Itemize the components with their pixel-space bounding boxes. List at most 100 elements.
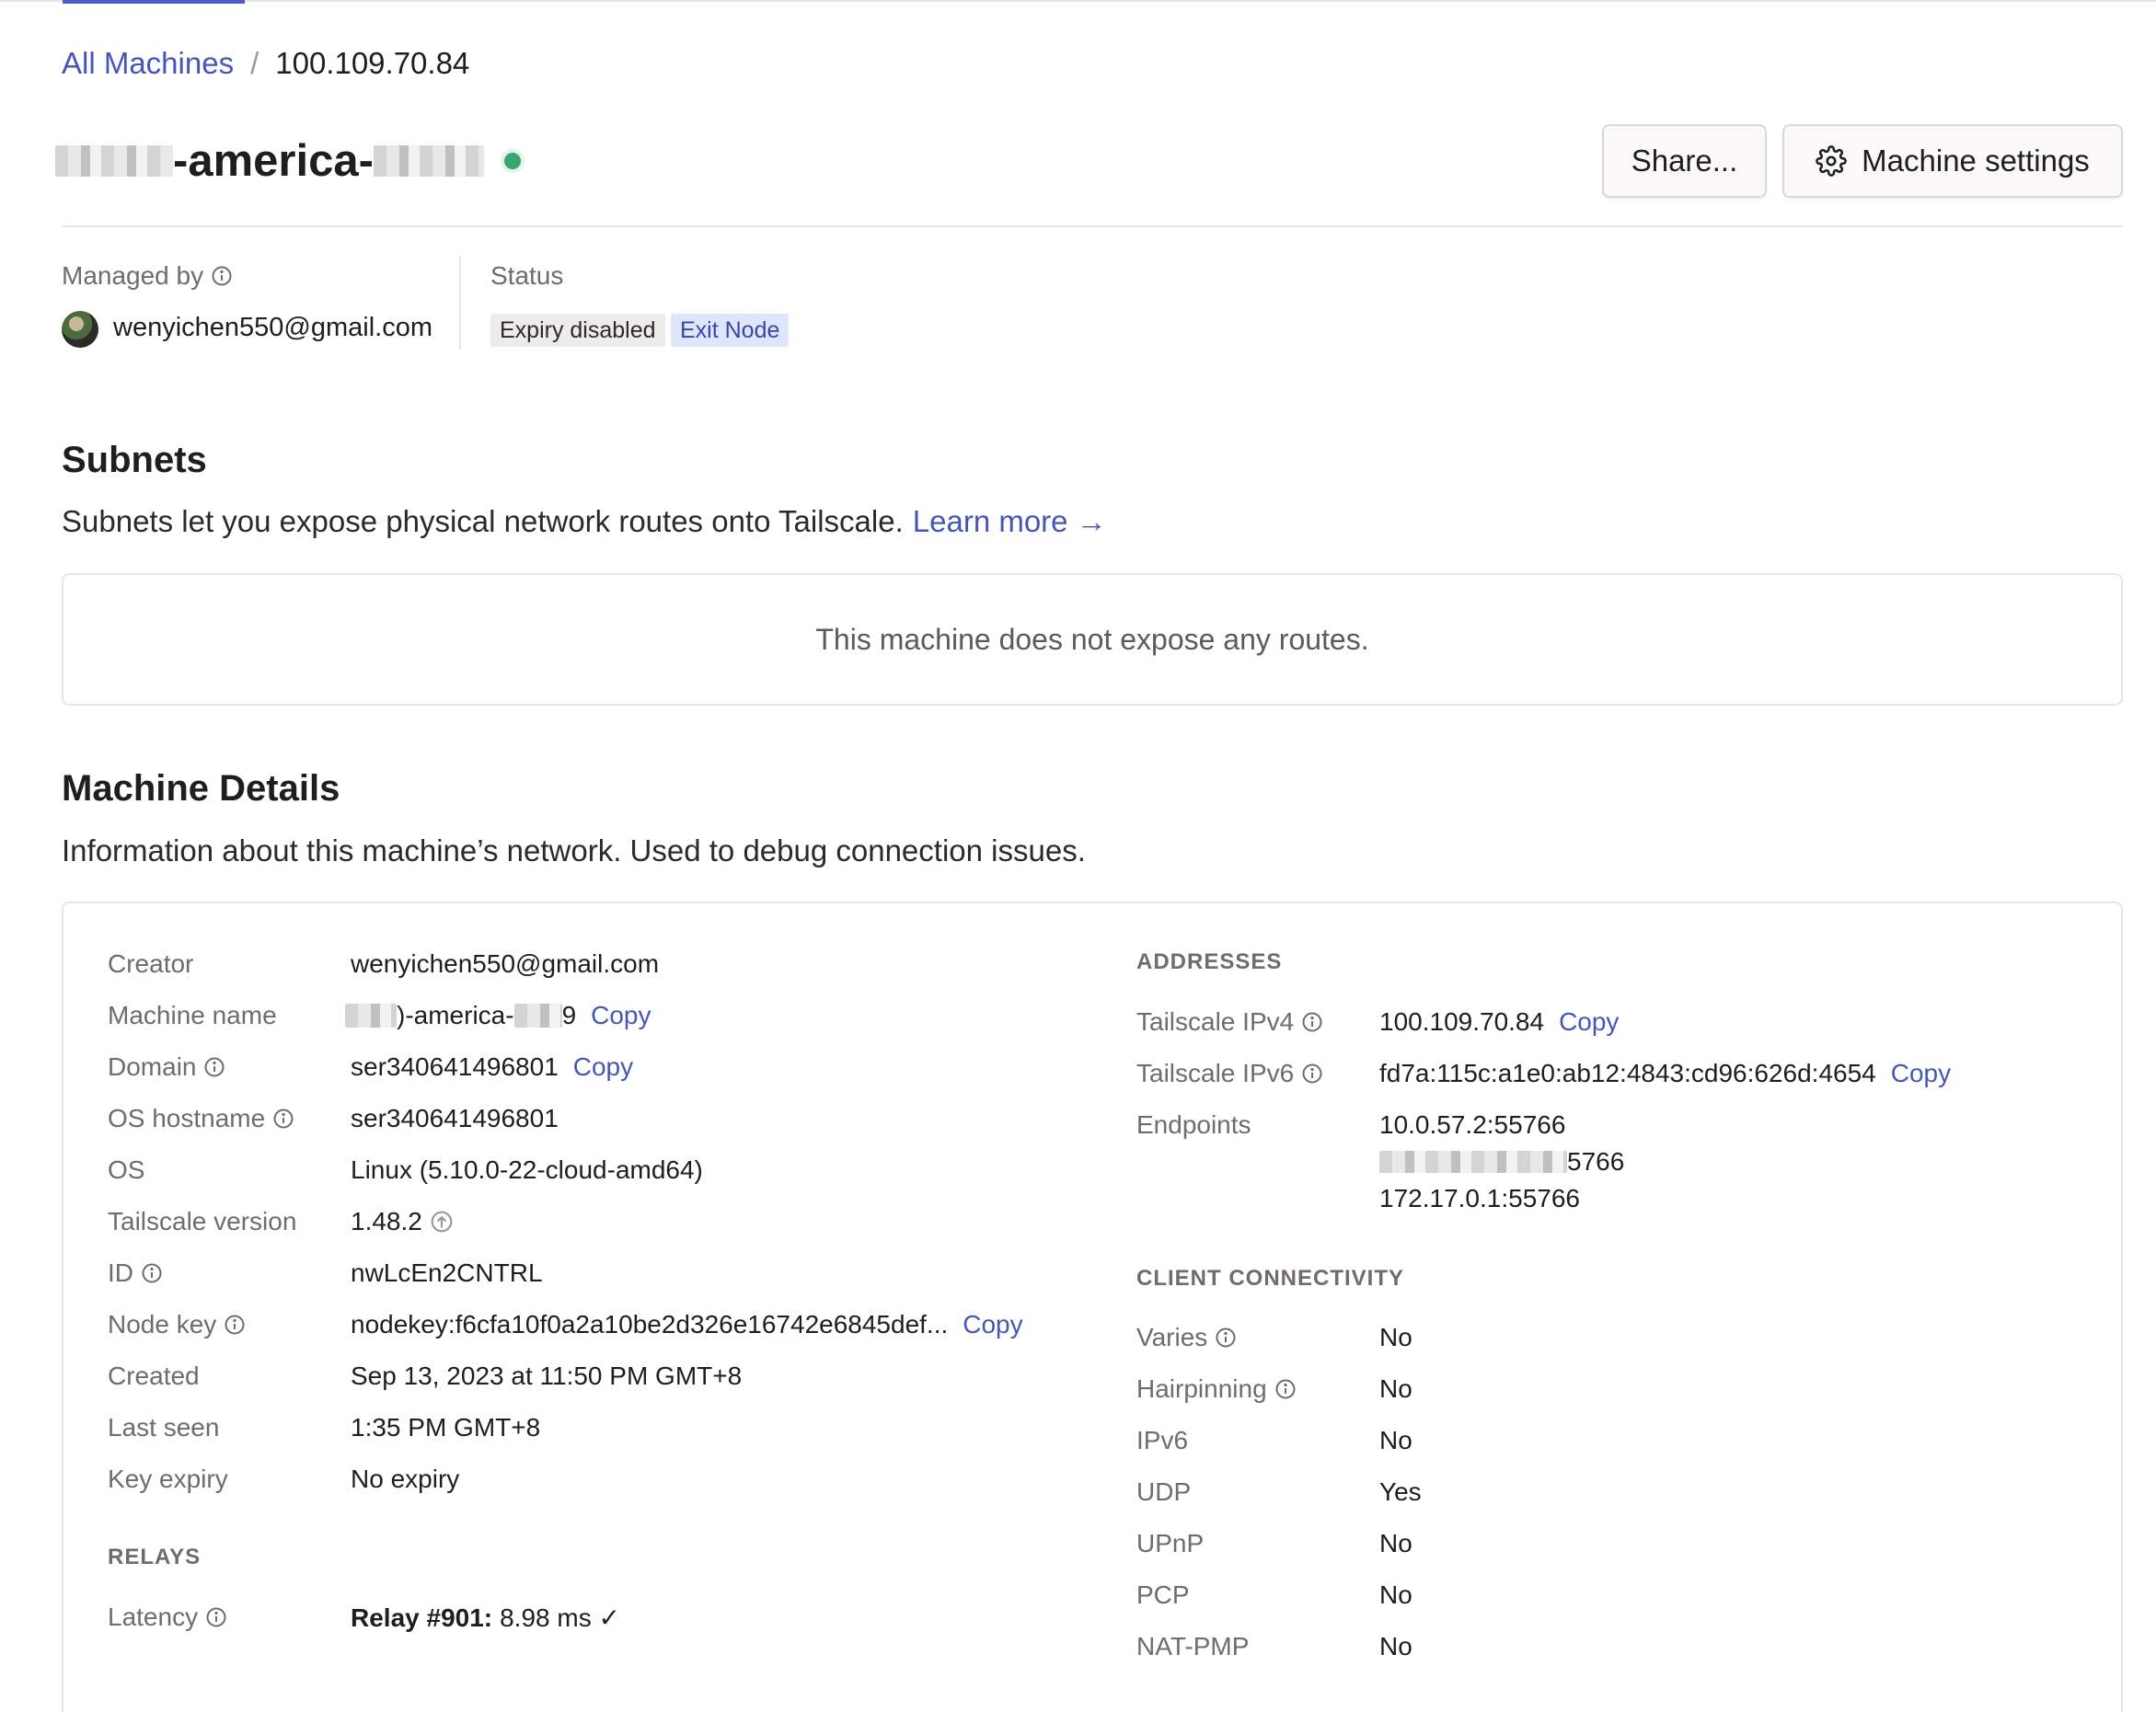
machine-details-description: Information about this machine’s network… <box>62 833 1086 867</box>
routes-empty-message: This machine does not expose any routes. <box>815 622 1369 656</box>
meta-divider <box>459 256 461 350</box>
node-key-label: Node key <box>108 1310 246 1339</box>
breadcrumb: All Machines / 100.109.70.84 <box>62 46 469 81</box>
subnets-description: Subnets let you expose physical network … <box>62 504 1107 539</box>
key-expiry-label: Key expiry <box>108 1465 228 1493</box>
managed-by-text: Managed by <box>62 261 204 290</box>
routes-empty-state: This machine does not expose any routes. <box>62 573 2123 706</box>
udp-label: UDP <box>1136 1477 1192 1506</box>
info-icon[interactable] <box>224 1314 246 1336</box>
share-button[interactable]: Share... <box>1602 124 1767 198</box>
udp-value: Yes <box>1379 1477 1422 1506</box>
created-label: Created <box>108 1362 200 1390</box>
domain-label-text: Domain <box>108 1052 197 1081</box>
subnets-title: Subnets <box>62 440 207 480</box>
latency-label: Latency <box>108 1603 227 1632</box>
client-connectivity-heading: CLIENT CONNECTIVITY <box>1136 1266 1405 1291</box>
machine-name-visible: )-america- <box>397 1001 514 1029</box>
active-tab-indicator <box>63 0 245 4</box>
os-hostname-value: ser340641496801 <box>351 1104 559 1132</box>
relays-heading: RELAYS <box>108 1545 202 1569</box>
info-icon[interactable] <box>1301 1011 1323 1033</box>
ipv4-value-text: 100.109.70.84 <box>1379 1007 1545 1036</box>
varies-label: Varies <box>1136 1323 1237 1352</box>
machine-title-visible: -america- <box>173 136 374 186</box>
hairpinning-label: Hairpinning <box>1136 1374 1297 1404</box>
creator-label: Creator <box>108 949 194 978</box>
addresses-heading: ADDRESSES <box>1136 949 1283 974</box>
machine-settings-button[interactable]: Machine settings <box>1782 124 2123 198</box>
info-icon[interactable] <box>1274 1378 1297 1400</box>
pcp-value: No <box>1379 1580 1412 1609</box>
copy-domain-button[interactable]: Copy <box>573 1052 633 1082</box>
tailscale-version-label: Tailscale version <box>108 1207 297 1235</box>
domain-value: ser340641496801 Copy <box>351 1052 633 1082</box>
redacted-name-suffix <box>373 145 484 177</box>
tailscale-ipv6-label: Tailscale IPv6 <box>1136 1059 1323 1088</box>
node-key-value: nodekey:f6cfa10f0a2a10be2d326e16742e6845… <box>351 1310 1023 1339</box>
exit-node-badge: Exit Node <box>671 314 790 347</box>
last-seen-label: Last seen <box>108 1413 220 1442</box>
info-icon[interactable] <box>272 1108 294 1130</box>
hairpinning-label-text: Hairpinning <box>1136 1374 1267 1403</box>
upnp-label: UPnP <box>1136 1529 1205 1557</box>
last-seen-value: 1:35 PM GMT+8 <box>351 1413 541 1442</box>
id-label: ID <box>108 1258 163 1288</box>
managed-by-label: Managed by <box>62 261 233 291</box>
machine-name-end: 9 <box>561 1001 577 1029</box>
varies-value: No <box>1379 1323 1412 1351</box>
machine-name-value: )-america- 9 Copy <box>345 1001 651 1030</box>
endpoint-1: 10.0.57.2:55766 <box>1379 1110 1566 1139</box>
tailscale-version-value: 1.48.2 <box>351 1207 454 1236</box>
endpoint-3: 172.17.0.1:55766 <box>1379 1184 1580 1212</box>
ipv6-label-text: Tailscale IPv6 <box>1136 1059 1295 1087</box>
managed-by-email: wenyichen550@gmail.com <box>113 313 432 342</box>
ipv6-support-label: IPv6 <box>1136 1426 1189 1454</box>
header-divider <box>62 225 2123 227</box>
pcp-label: PCP <box>1136 1580 1190 1609</box>
gear-icon <box>1816 145 1847 177</box>
info-icon[interactable] <box>211 265 233 287</box>
ipv6-support-value: No <box>1379 1426 1412 1454</box>
update-available-icon[interactable] <box>430 1210 454 1234</box>
key-expiry-value: No expiry <box>351 1465 460 1493</box>
online-status-dot <box>503 153 521 169</box>
relay-latency: 8.98 ms ✓ <box>500 1603 620 1632</box>
node-key-label-text: Node key <box>108 1310 217 1339</box>
avatar <box>62 311 98 348</box>
info-icon[interactable] <box>141 1262 163 1284</box>
breadcrumb-separator: / <box>250 46 259 80</box>
nat-pmp-label: NAT-PMP <box>1136 1632 1250 1660</box>
info-icon[interactable] <box>203 1056 225 1078</box>
varies-label-text: Varies <box>1136 1323 1208 1351</box>
id-value: nwLcEn2CNTRL <box>351 1258 543 1287</box>
info-icon[interactable] <box>1301 1063 1323 1085</box>
tailscale-ipv6-value: fd7a:115c:a1e0:ab12:4843:cd96:626d:4654 … <box>1379 1059 1951 1088</box>
ipv6-value-text: fd7a:115c:a1e0:ab12:4843:cd96:626d:4654 <box>1379 1059 1876 1087</box>
tailscale-ipv4-value: 100.109.70.84 Copy <box>1379 1007 1619 1037</box>
top-divider <box>0 0 2156 2</box>
copy-ipv6-button[interactable]: Copy <box>1891 1059 1951 1088</box>
breadcrumb-all-machines-link[interactable]: All Machines <box>62 46 234 81</box>
redacted-name-prefix <box>55 145 173 177</box>
relay-name: Relay #901: <box>351 1603 493 1632</box>
os-value: Linux (5.10.0-22-cloud-amd64) <box>351 1155 703 1184</box>
latency-value: Relay #901: 8.98 ms ✓ <box>351 1603 620 1633</box>
copy-machine-name-button[interactable]: Copy <box>591 1001 651 1030</box>
created-value: Sep 13, 2023 at 11:50 PM GMT+8 <box>351 1362 743 1390</box>
endpoint-2-tail: 5766 <box>1567 1147 1625 1176</box>
info-icon[interactable] <box>1215 1327 1237 1349</box>
status-label: Status <box>490 261 564 290</box>
node-key-value-text: nodekey:f6cfa10f0a2a10be2d326e16742e6845… <box>351 1310 949 1339</box>
machine-title: -america- <box>55 133 521 189</box>
domain-value-text: ser340641496801 <box>351 1052 559 1081</box>
learn-more-link[interactable]: Learn more → <box>913 504 1107 538</box>
machine-name-label: Machine name <box>108 1001 277 1029</box>
breadcrumb-current: 100.109.70.84 <box>275 46 470 80</box>
copy-node-key-button[interactable]: Copy <box>963 1310 1022 1339</box>
endpoints-label: Endpoints <box>1136 1110 1251 1139</box>
copy-ipv4-button[interactable]: Copy <box>1559 1007 1619 1037</box>
subnets-description-text: Subnets let you expose physical network … <box>62 504 904 538</box>
info-icon[interactable] <box>205 1606 227 1628</box>
expiry-disabled-badge: Expiry disabled <box>490 314 665 347</box>
